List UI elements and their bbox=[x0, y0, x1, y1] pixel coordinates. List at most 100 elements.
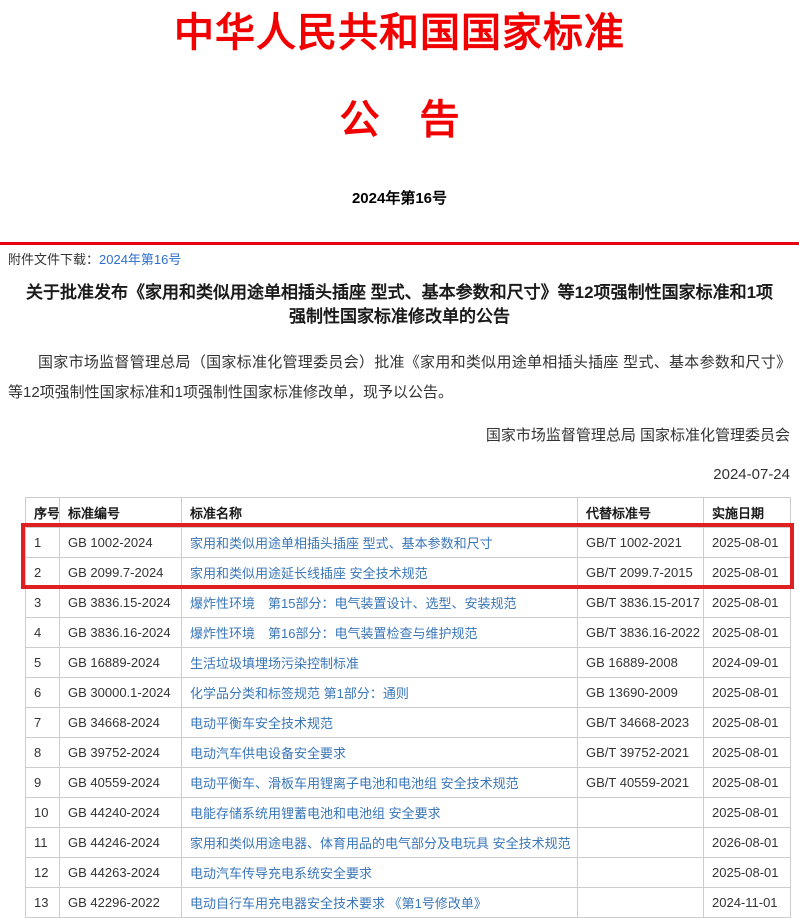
replaced-code-cell bbox=[578, 828, 704, 858]
standard-name-link[interactable]: 电动自行车用充电器安全技术要求 《第1号修改单》 bbox=[190, 896, 487, 911]
row-index-cell: 9 bbox=[26, 768, 60, 798]
standard-name-link[interactable]: 化学品分类和标签规范 第1部分：通则 bbox=[190, 686, 409, 701]
replaced-code-cell: GB/T 40559-2021 bbox=[578, 768, 704, 798]
standard-code-cell: GB 3836.15-2024 bbox=[60, 588, 182, 618]
document-subtitle: 公 告 bbox=[0, 98, 799, 142]
row-index-cell: 13 bbox=[26, 888, 60, 918]
table-row: 12GB 44263-2024电动汽车传导充电系统安全要求2025-08-01 bbox=[26, 858, 791, 888]
standard-code-cell: GB 1002-2024 bbox=[60, 528, 182, 558]
announcement-heading: 关于批准发布《家用和类似用途单相插头插座 型式、基本参数和尺寸》等12项强制性国… bbox=[18, 281, 781, 329]
row-index-cell: 4 bbox=[26, 618, 60, 648]
standard-name-cell: 电动汽车供电设备安全要求 bbox=[182, 738, 578, 768]
table-row: 5GB 16889-2024 生活垃圾填埋场污染控制标准 GB 16889-2008… bbox=[26, 648, 791, 678]
standard-name-link[interactable]: 电动平衡车、滑板车用锂离子电池和电池组 安全技术规范 bbox=[190, 776, 519, 791]
row-index-cell: 6 bbox=[26, 678, 60, 708]
standard-name-link[interactable]: 电能存储系统用锂蓄电池和电池组 安全要求 bbox=[190, 806, 441, 821]
replaced-code-cell: GB/T 1002-2021 bbox=[578, 528, 704, 558]
document-title: 中华人民共和国国家标准 bbox=[0, 10, 799, 56]
standard-name-link[interactable]: 爆炸性环境 第15部分：电气装置设计、选型、安装规范 bbox=[190, 596, 516, 611]
row-index-cell: 7 bbox=[26, 708, 60, 738]
table-row: 7GB 34668-2024 电动平衡车安全技术规范 GB/T 34668-2023… bbox=[26, 708, 791, 738]
table-row: 2GB 2099.7-2024家用和类似用途延长线插座 安全技术规范GB/T 2… bbox=[26, 558, 791, 588]
standard-name-cell: 爆炸性环境 第16部分：电气装置检查与维护规范 bbox=[182, 618, 578, 648]
table-body: 1GB 1002-2024家用和类似用途单相插头插座 型式、基本参数和尺寸GB/… bbox=[26, 528, 791, 918]
announcement-page: 中华人民共和国国家标准 公 告 2024年第16号 附件文件下载：2024年第1… bbox=[0, 0, 799, 918]
replaced-code-cell bbox=[578, 858, 704, 888]
implementation-date-cell: 2025-08-01 bbox=[704, 678, 791, 708]
standard-code-cell: GB 3836.16-2024 bbox=[60, 618, 182, 648]
standard-name-link[interactable]: 家用和类似用途电器、体育用品的电气部分及电玩具 安全技术规范 bbox=[190, 836, 571, 851]
standard-code-cell: GB 34668-2024 bbox=[60, 708, 182, 738]
publication-date: 2024-07-24 bbox=[0, 466, 790, 484]
table-row: 6GB 30000.1-2024 化学品分类和标签规范 第1部分：通则 GB 136… bbox=[26, 678, 791, 708]
standard-name-link[interactable]: 生活垃圾填埋场污染控制标准 bbox=[190, 656, 359, 671]
header-implementation-date: 实施日期 bbox=[704, 498, 791, 528]
issuing-authority: 国家市场监督管理总局 国家标准化管理委员会 bbox=[0, 427, 790, 445]
implementation-date-cell: 2026-08-01 bbox=[704, 828, 791, 858]
replaced-code-cell: GB/T 3836.15-2017 bbox=[578, 588, 704, 618]
standard-name-link[interactable]: 爆炸性环境 第16部分：电气装置检查与维护规范 bbox=[190, 626, 477, 641]
standard-code-cell: GB 16889-2024 bbox=[60, 648, 182, 678]
announcement-paragraph: 国家市场监督管理总局（国家标准化管理委员会）批准《家用和类似用途单相插头插座 型… bbox=[8, 348, 791, 408]
attachment-download-row: 附件文件下载：2024年第16号 bbox=[0, 245, 799, 268]
implementation-date-cell: 2025-08-01 bbox=[704, 618, 791, 648]
implementation-date-cell: 2025-08-01 bbox=[704, 708, 791, 738]
standard-name-link[interactable]: 家用和类似用途延长线插座 安全技术规范 bbox=[190, 566, 428, 581]
standard-code-cell: GB 39752-2024 bbox=[60, 738, 182, 768]
standard-name-link[interactable]: 电动平衡车安全技术规范 bbox=[190, 716, 333, 731]
row-index-cell: 10 bbox=[26, 798, 60, 828]
standard-name-cell: 家用和类似用途电器、体育用品的电气部分及电玩具 安全技术规范 bbox=[182, 828, 578, 858]
replaced-code-cell bbox=[578, 888, 704, 918]
replaced-code-cell bbox=[578, 798, 704, 828]
implementation-date-cell: 2024-09-01 bbox=[704, 648, 791, 678]
header-index: 序号 bbox=[26, 498, 60, 528]
standard-name-link[interactable]: 家用和类似用途单相插头插座 型式、基本参数和尺寸 bbox=[190, 536, 493, 551]
row-index-cell: 2 bbox=[26, 558, 60, 588]
standard-name-link[interactable]: 电动汽车传导充电系统安全要求 bbox=[190, 866, 372, 881]
standard-name-cell: 家用和类似用途延长线插座 安全技术规范 bbox=[182, 558, 578, 588]
attachment-label: 附件文件下载： bbox=[8, 252, 99, 267]
attachment-link[interactable]: 2024年第16号 bbox=[99, 252, 181, 267]
row-index-cell: 12 bbox=[26, 858, 60, 888]
implementation-date-cell: 2024-11-01 bbox=[704, 888, 791, 918]
standard-name-cell: 化学品分类和标签规范 第1部分：通则 bbox=[182, 678, 578, 708]
replaced-code-cell: GB/T 3836.16-2022 bbox=[578, 618, 704, 648]
standard-name-cell: 电动平衡车、滑板车用锂离子电池和电池组 安全技术规范 bbox=[182, 768, 578, 798]
standard-name-cell: 电能存储系统用锂蓄电池和电池组 安全要求 bbox=[182, 798, 578, 828]
replaced-code-cell: GB 13690-2009 bbox=[578, 678, 704, 708]
implementation-date-cell: 2025-08-01 bbox=[704, 768, 791, 798]
standard-code-cell: GB 44246-2024 bbox=[60, 828, 182, 858]
table-row: 4GB 3836.16-2024 爆炸性环境 第16部分：电气装置检查与维护规范 G… bbox=[26, 618, 791, 648]
implementation-date-cell: 2025-08-01 bbox=[704, 798, 791, 828]
standard-name-cell: 电动平衡车安全技术规范 bbox=[182, 708, 578, 738]
standard-name-cell: 生活垃圾填埋场污染控制标准 bbox=[182, 648, 578, 678]
standard-name-link[interactable]: 电动汽车供电设备安全要求 bbox=[190, 746, 346, 761]
standards-table: 序号 标准编号 标准名称 代替标准号 实施日期 1GB 1002-2024家用和… bbox=[25, 497, 791, 918]
standard-name-cell: 电动自行车用充电器安全技术要求 《第1号修改单》 bbox=[182, 888, 578, 918]
standard-code-cell: GB 42296-2022 bbox=[60, 888, 182, 918]
table-row: 9GB 40559-2024 电动平衡车、滑板车用锂离子电池和电池组 安全技术规范… bbox=[26, 768, 791, 798]
replaced-code-cell: GB/T 39752-2021 bbox=[578, 738, 704, 768]
table-row: 13GB 42296-2022 电动自行车用充电器安全技术要求 《第1号修改单》 2… bbox=[26, 888, 791, 918]
table-row: 11GB 44246-2024 家用和类似用途电器、体育用品的电气部分及电玩具 安… bbox=[26, 828, 791, 858]
replaced-code-cell: GB/T 34668-2023 bbox=[578, 708, 704, 738]
issue-number: 2024年第16号 bbox=[0, 190, 799, 208]
row-index-cell: 8 bbox=[26, 738, 60, 768]
standard-code-cell: GB 30000.1-2024 bbox=[60, 678, 182, 708]
replaced-code-cell: GB/T 2099.7-2015 bbox=[578, 558, 704, 588]
standard-name-cell: 电动汽车传导充电系统安全要求 bbox=[182, 858, 578, 888]
row-index-cell: 5 bbox=[26, 648, 60, 678]
header-standard-code: 标准编号 bbox=[60, 498, 182, 528]
standard-code-cell: GB 40559-2024 bbox=[60, 768, 182, 798]
table-header-row: 序号 标准编号 标准名称 代替标准号 实施日期 bbox=[26, 498, 791, 528]
table-row: 10GB 44240-2024 电能存储系统用锂蓄电池和电池组 安全要求 2025-… bbox=[26, 798, 791, 828]
standard-name-cell: 家用和类似用途单相插头插座 型式、基本参数和尺寸 bbox=[182, 528, 578, 558]
implementation-date-cell: 2025-08-01 bbox=[704, 588, 791, 618]
implementation-date-cell: 2025-08-01 bbox=[704, 858, 791, 888]
row-index-cell: 11 bbox=[26, 828, 60, 858]
table-row: 8GB 39752-2024 电动汽车供电设备安全要求 GB/T 39752-202… bbox=[26, 738, 791, 768]
header-standard-name: 标准名称 bbox=[182, 498, 578, 528]
standard-name-cell: 爆炸性环境 第15部分：电气装置设计、选型、安装规范 bbox=[182, 588, 578, 618]
standard-code-cell: GB 44240-2024 bbox=[60, 798, 182, 828]
replaced-code-cell: GB 16889-2008 bbox=[578, 648, 704, 678]
